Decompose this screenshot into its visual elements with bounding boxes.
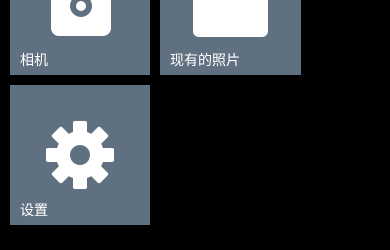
camera-icon <box>51 0 111 36</box>
tile-screen: 相机 现有的照片 设置 <box>0 0 390 250</box>
camera-lens <box>70 0 92 17</box>
settings-tile[interactable]: 设置 <box>10 85 150 225</box>
photos-tile[interactable]: 现有的照片 <box>160 0 301 75</box>
camera-lens-center <box>76 1 86 11</box>
photo-icon <box>193 0 268 37</box>
gear-icon <box>46 121 114 189</box>
gear-icon-graphic <box>46 121 114 189</box>
camera-tile-label: 相机 <box>20 53 48 69</box>
camera-tile[interactable]: 相机 <box>10 0 150 75</box>
settings-tile-label: 设置 <box>20 203 48 219</box>
photos-tile-label: 现有的照片 <box>170 53 240 69</box>
